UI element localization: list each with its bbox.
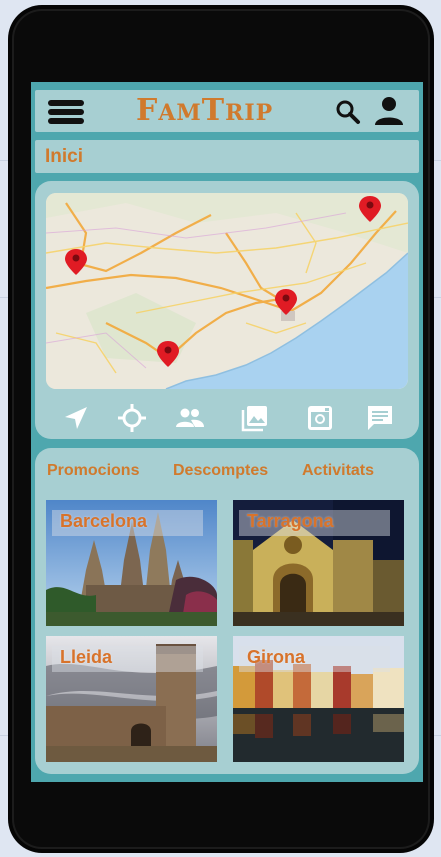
logo-letter-f: F (136, 93, 159, 128)
map-graphic (46, 193, 408, 389)
crosshair-location-icon[interactable] (117, 403, 147, 433)
hamburger-icon[interactable] (48, 100, 84, 124)
city-name-label: Tarragona (247, 511, 334, 531)
people-icon[interactable] (175, 403, 205, 433)
tab-descomptes[interactable]: Descomptes (173, 462, 268, 480)
destinations-card: Promocions Descomptes Activitats Barcelo… (35, 448, 419, 774)
city-tile-barcelona[interactable]: Barcelona (46, 500, 217, 626)
city-tile-girona[interactable]: Girona (233, 636, 404, 762)
instagram-icon[interactable] (305, 403, 335, 433)
image-gallery-icon[interactable] (240, 403, 270, 433)
logo-text-rip: RIP (225, 100, 274, 126)
app-logo: FAMTRIP (136, 92, 273, 130)
city-name-label: Barcelona (60, 511, 148, 531)
tab-activitats[interactable]: Activitats (302, 462, 374, 480)
logo-letter-t: T (201, 93, 226, 128)
chat-message-icon[interactable] (365, 403, 395, 433)
breadcrumb: Inici (35, 140, 419, 173)
city-tile-lleida[interactable]: Lleida (46, 636, 217, 762)
app-screen: FAMTRIP Inici Promocions Descomptes Acti… (31, 82, 423, 782)
logo-text-am: AM (158, 100, 202, 126)
navigation-arrow-icon[interactable] (61, 403, 91, 433)
city-name-label: Girona (247, 647, 306, 667)
city-tile-tarragona[interactable]: Tarragona (233, 500, 404, 626)
map-card (35, 181, 419, 439)
search-icon[interactable] (335, 99, 361, 125)
top-app-bar: FAMTRIP (35, 90, 419, 132)
breadcrumb-label[interactable]: Inici (45, 146, 83, 168)
map-view[interactable] (46, 193, 408, 389)
city-name-label: Lleida (60, 647, 113, 667)
tab-promocions[interactable]: Promocions (47, 462, 139, 480)
user-icon[interactable] (373, 95, 405, 127)
